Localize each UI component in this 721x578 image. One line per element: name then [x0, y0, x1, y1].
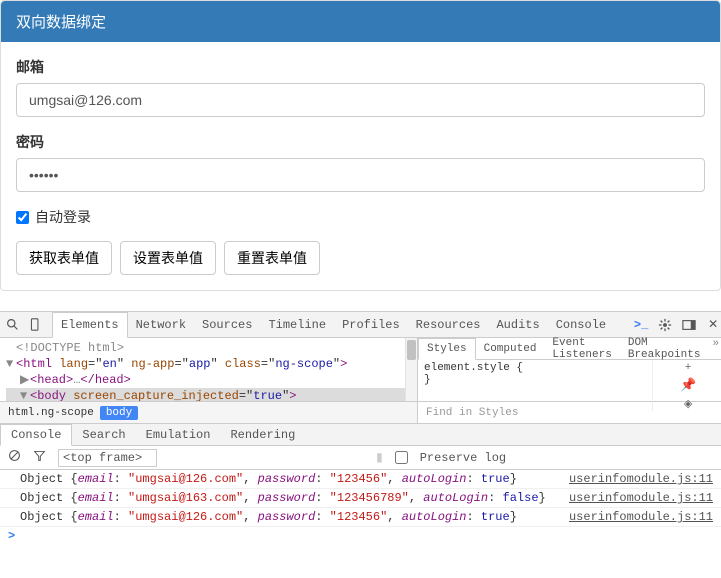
reset-form-button[interactable]: 重置表单值	[224, 241, 320, 275]
devtools-top-tabs: ElementsNetworkSourcesTimelineProfilesRe…	[52, 312, 614, 337]
frame-select[interactable]: <top frame>	[58, 449, 157, 467]
styles-selector: element.style {	[424, 362, 646, 374]
dock-icon[interactable]	[682, 318, 696, 332]
panel-title: 双向数据绑定	[1, 1, 720, 42]
pin-icon[interactable]: 📌	[680, 378, 696, 393]
console-object[interactable]: Object {email: "umgsai@126.com", passwor…	[20, 472, 517, 486]
styles-tab-styles[interactable]: Styles	[418, 338, 476, 360]
styles-tab-dom-breakpoints[interactable]: DOM Breakpoints	[620, 338, 709, 359]
elements-tree[interactable]: <!DOCTYPE html>▼<html lang="en" ng-app="…	[0, 338, 418, 401]
styles-rules[interactable]: element.style { }	[418, 360, 653, 411]
devtools-tab-resources[interactable]: Resources	[408, 312, 489, 337]
breadcrumb-html[interactable]: html.ng-scope	[8, 407, 94, 419]
devtools-tab-console[interactable]: Console	[548, 312, 614, 337]
console-prompt[interactable]: >	[0, 527, 721, 545]
preserve-log-checkbox[interactable]	[395, 451, 408, 464]
drawer-tab-console[interactable]: Console	[0, 424, 72, 446]
autologin-checkbox[interactable]	[16, 211, 29, 224]
console-source-link[interactable]: userinfomodule.js:11	[569, 510, 713, 524]
drawer-tab-search[interactable]: Search	[72, 424, 135, 445]
devtools-tab-audits[interactable]: Audits	[488, 312, 547, 337]
preserve-log-label: Preserve log	[420, 451, 506, 465]
password-label: 密码	[16, 132, 705, 152]
styles-tab-computed[interactable]: Computed	[476, 338, 545, 359]
clear-console-icon[interactable]	[8, 449, 21, 466]
console-source-link[interactable]: userinfomodule.js:11	[569, 491, 713, 505]
devtools-tab-sources[interactable]: Sources	[194, 312, 260, 337]
elements-breadcrumb[interactable]: html.ng-scope body	[0, 402, 418, 423]
filter-icon[interactable]	[33, 449, 46, 466]
email-label: 邮箱	[16, 57, 705, 77]
drawer-tab-emulation[interactable]: Emulation	[136, 424, 221, 445]
devtools-tab-timeline[interactable]: Timeline	[260, 312, 334, 337]
console-source-link[interactable]: userinfomodule.js:11	[569, 472, 713, 486]
devtools-drawer-tabs: ConsoleSearchEmulationRendering	[0, 424, 721, 446]
devtools-tab-profiles[interactable]: Profiles	[334, 312, 408, 337]
console-toggle-icon[interactable]: >_	[634, 318, 648, 332]
devtools-tab-elements[interactable]: Elements	[52, 312, 128, 338]
new-rule-icon[interactable]: +	[685, 362, 692, 374]
devtools-tab-network[interactable]: Network	[128, 312, 194, 337]
console-object[interactable]: Object {email: "umgsai@126.com", passwor…	[20, 510, 517, 524]
devtools-close-icon[interactable]: ✕	[706, 318, 720, 332]
form-panel: 双向数据绑定 邮箱 密码 自动登录 获取表单值 设置表单值 重置表单值	[0, 0, 721, 291]
get-form-button[interactable]: 获取表单值	[16, 241, 112, 275]
styles-find-input[interactable]: Find in Styles	[418, 407, 721, 419]
device-icon[interactable]	[29, 318, 42, 332]
devtools-toolbar: ElementsNetworkSourcesTimelineProfilesRe…	[0, 312, 721, 338]
email-field[interactable]	[16, 83, 705, 117]
autologin-label: 自动登录	[35, 207, 91, 227]
styles-pane: StylesComputedEvent ListenersDOM Breakpo…	[418, 338, 721, 401]
elements-scrollbar[interactable]	[405, 338, 417, 401]
breadcrumb-body[interactable]: body	[100, 406, 138, 420]
console-output[interactable]: Object {email: "umgsai@126.com", passwor…	[0, 470, 721, 527]
panel-body: 邮箱 密码 自动登录 获取表单值 设置表单值 重置表单值	[1, 42, 720, 290]
search-icon[interactable]	[6, 318, 19, 332]
console-object[interactable]: Object {email: "umgsai@163.com", passwor…	[20, 491, 546, 505]
styles-tab-event-listeners[interactable]: Event Listeners	[544, 338, 619, 359]
console-toolbar: <top frame> ▮ Preserve log	[0, 446, 721, 470]
styles-close-brace: }	[424, 374, 646, 386]
set-form-button[interactable]: 设置表单值	[120, 241, 216, 275]
styles-tabs-overflow-icon[interactable]: »	[708, 338, 721, 359]
password-field[interactable]	[16, 158, 705, 192]
devtools-panel: ElementsNetworkSourcesTimelineProfilesRe…	[0, 311, 721, 545]
settings-icon[interactable]	[658, 318, 672, 332]
drawer-tab-rendering[interactable]: Rendering	[220, 424, 305, 445]
